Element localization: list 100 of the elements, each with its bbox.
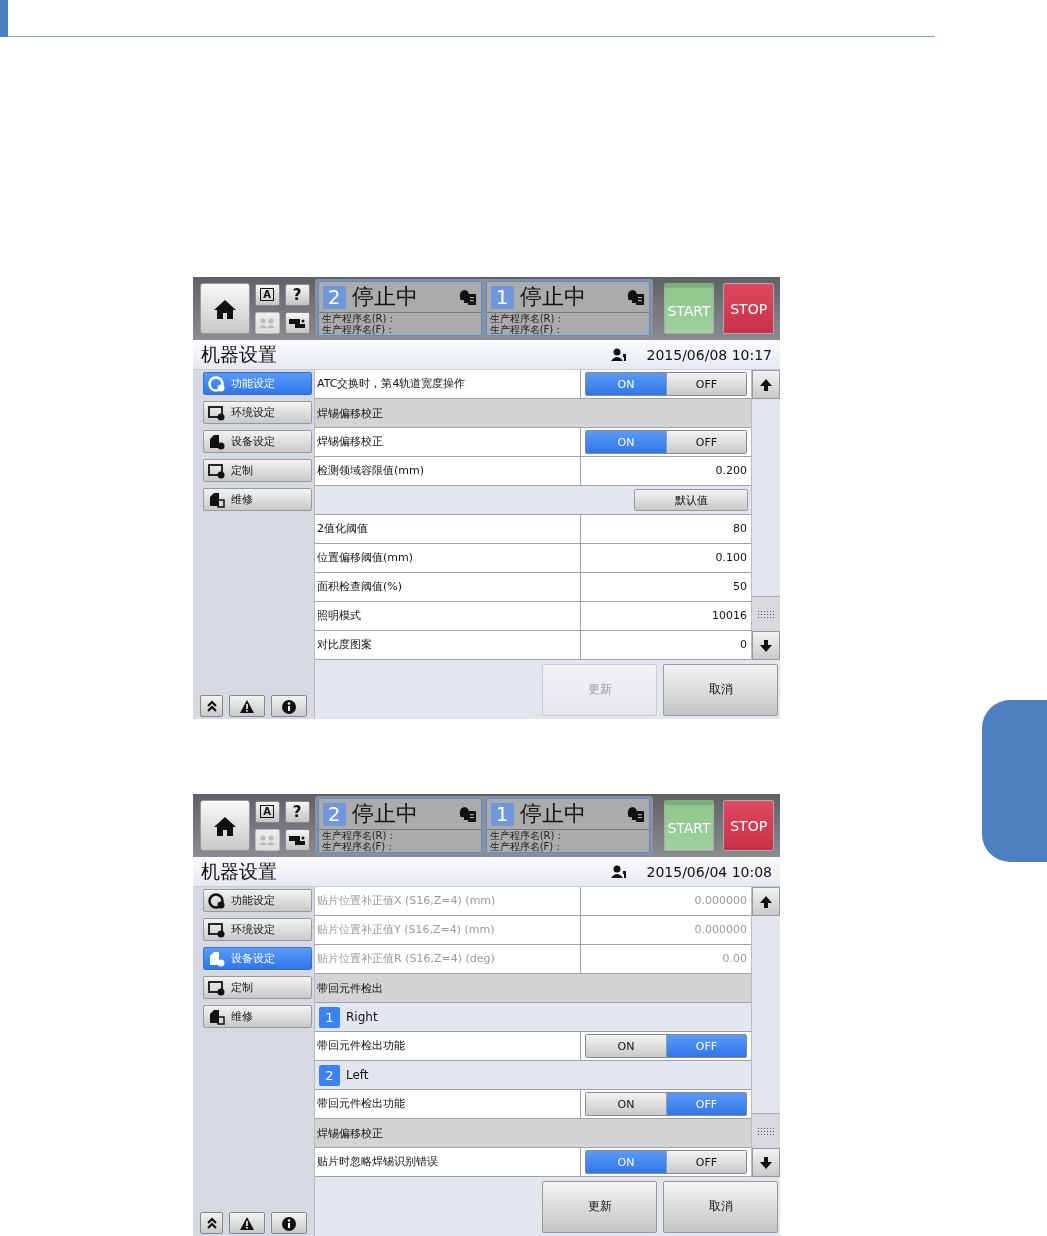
section-header: 焊锡偏移校正	[316, 405, 383, 421]
group-number: 1	[319, 1006, 340, 1028]
cancel-button[interactable]: 取消	[663, 663, 778, 716]
warning-button[interactable]	[229, 695, 265, 717]
setting-label: 带回元件检出功能	[315, 1032, 581, 1060]
setting-label: 带回元件检出功能	[315, 1090, 581, 1118]
connector-icon	[288, 833, 307, 846]
setting-label: 贴片位置补正值R (S16,Z=4) (deg)	[315, 945, 581, 973]
on-segment[interactable]: ON	[586, 431, 666, 453]
warning-icon	[239, 1215, 255, 1231]
home-icon	[212, 814, 237, 837]
update-button[interactable]: 更新	[542, 1180, 657, 1233]
program-label: 生产程序名(F) :	[488, 324, 561, 335]
value-field[interactable]: 0	[581, 631, 752, 659]
monitor-icon	[208, 404, 225, 421]
nav-item[interactable]: 定制	[203, 976, 312, 999]
off-segment[interactable]: OFF	[666, 431, 746, 453]
value-field[interactable]: 10016	[581, 602, 752, 630]
nav-item[interactable]: 维修	[203, 488, 312, 511]
setting-label: 贴片位置补正值X (S16,Z=4) (mm)	[315, 887, 581, 915]
setting-label: 位置偏移阈值(mm)	[315, 544, 581, 572]
scroll-thumb[interactable]	[752, 1113, 780, 1148]
off-segment[interactable]: OFF	[666, 1151, 746, 1173]
people-icon	[258, 316, 277, 329]
nav-item[interactable]: 功能设定	[203, 372, 312, 395]
setting-label: 检测领域容限值(mm)	[315, 457, 581, 485]
value-field[interactable]: 80	[581, 515, 752, 543]
hand-clipboard-icon	[625, 805, 645, 823]
program-label: 生产程序名(R) :	[320, 313, 394, 324]
screen-title: 机器设置	[201, 858, 278, 884]
scroll-down-button[interactable]	[752, 1148, 780, 1177]
scroll-up-button[interactable]	[752, 887, 780, 916]
stop-button[interactable]: STOP	[723, 283, 774, 334]
lane-number: 1	[490, 802, 514, 826]
lane-status: 停止中	[351, 801, 419, 827]
nav-item[interactable]: 环境设定	[203, 918, 312, 941]
on-segment[interactable]: ON	[586, 1093, 666, 1115]
on-segment[interactable]: ON	[586, 373, 666, 395]
group-label: Right	[346, 1010, 378, 1024]
help-button[interactable]: ?	[284, 800, 310, 823]
value-field[interactable]: 0.100	[581, 544, 752, 572]
nav-item[interactable]: 设备设定	[203, 430, 312, 453]
info-icon	[281, 698, 297, 714]
language-button[interactable]: A	[254, 800, 280, 823]
hand-clipboard-icon	[457, 288, 477, 306]
hand-clipboard-icon	[625, 288, 645, 306]
lane-status: 停止中	[351, 284, 419, 310]
device-icon	[208, 950, 225, 967]
lane-number: 1	[490, 285, 514, 309]
program-label: 生产程序名(R) :	[488, 830, 562, 841]
people-icon	[258, 833, 277, 846]
default-button[interactable]: 默认值	[634, 489, 749, 511]
setting-label: 2值化阈值	[315, 515, 581, 543]
scroll-down-button[interactable]	[752, 631, 780, 660]
warning-button[interactable]	[229, 1212, 265, 1234]
date-time: 2015/06/08 10:17	[646, 346, 772, 363]
network-button[interactable]	[284, 311, 310, 334]
chevrons-up-button[interactable]	[200, 695, 223, 717]
user-key-icon	[610, 347, 627, 362]
help-button[interactable]: ?	[284, 283, 310, 306]
group-label: Left	[346, 1068, 369, 1082]
date-time: 2015/06/04 10:08	[646, 863, 772, 880]
home-button[interactable]	[200, 283, 250, 334]
info-icon	[281, 1215, 297, 1231]
scroll-up-button[interactable]	[752, 370, 780, 399]
nav-item[interactable]: 功能设定	[203, 889, 312, 912]
scrollbar[interactable]	[751, 887, 780, 1177]
home-button[interactable]	[200, 800, 250, 851]
monitor-icon	[208, 921, 225, 938]
down-arrow-icon	[758, 637, 775, 654]
value-field[interactable]: 0.200	[581, 457, 752, 485]
info-button[interactable]	[271, 695, 307, 717]
off-segment[interactable]: OFF	[666, 373, 746, 395]
nav-item[interactable]: 环境设定	[203, 401, 312, 424]
scroll-thumb[interactable]	[752, 596, 780, 631]
value-field[interactable]: 50	[581, 573, 752, 601]
cancel-button[interactable]: 取消	[663, 1180, 778, 1233]
lane-status: 停止中	[519, 801, 587, 827]
program-label: 生产程序名(F) :	[320, 841, 393, 852]
lane-number: 2	[322, 285, 346, 309]
info-button[interactable]	[271, 1212, 307, 1234]
home-icon	[212, 297, 237, 320]
setting-label: 贴片时忽略焊锡识别错误	[315, 1148, 581, 1176]
nav-item[interactable]: 定制	[203, 459, 312, 482]
language-button[interactable]: A	[254, 283, 280, 306]
lane-status: 停止中	[519, 284, 587, 310]
device-icon	[208, 433, 225, 450]
lane-number: 2	[322, 802, 346, 826]
on-segment[interactable]: ON	[586, 1151, 666, 1173]
header-marker	[0, 0, 8, 37]
chevrons-up-button[interactable]	[200, 1212, 223, 1234]
nav-item[interactable]: 维修	[203, 1005, 312, 1028]
on-segment[interactable]: ON	[586, 1035, 666, 1057]
section-header: 带回元件检出	[316, 980, 383, 996]
stop-button[interactable]: STOP	[723, 800, 774, 851]
network-button[interactable]	[284, 828, 310, 851]
scrollbar[interactable]	[751, 370, 780, 660]
program-label: 生产程序名(R) :	[320, 830, 394, 841]
section-header: 焊锡偏移校正	[316, 1125, 383, 1141]
program-label: 生产程序名(F) :	[488, 841, 561, 852]
